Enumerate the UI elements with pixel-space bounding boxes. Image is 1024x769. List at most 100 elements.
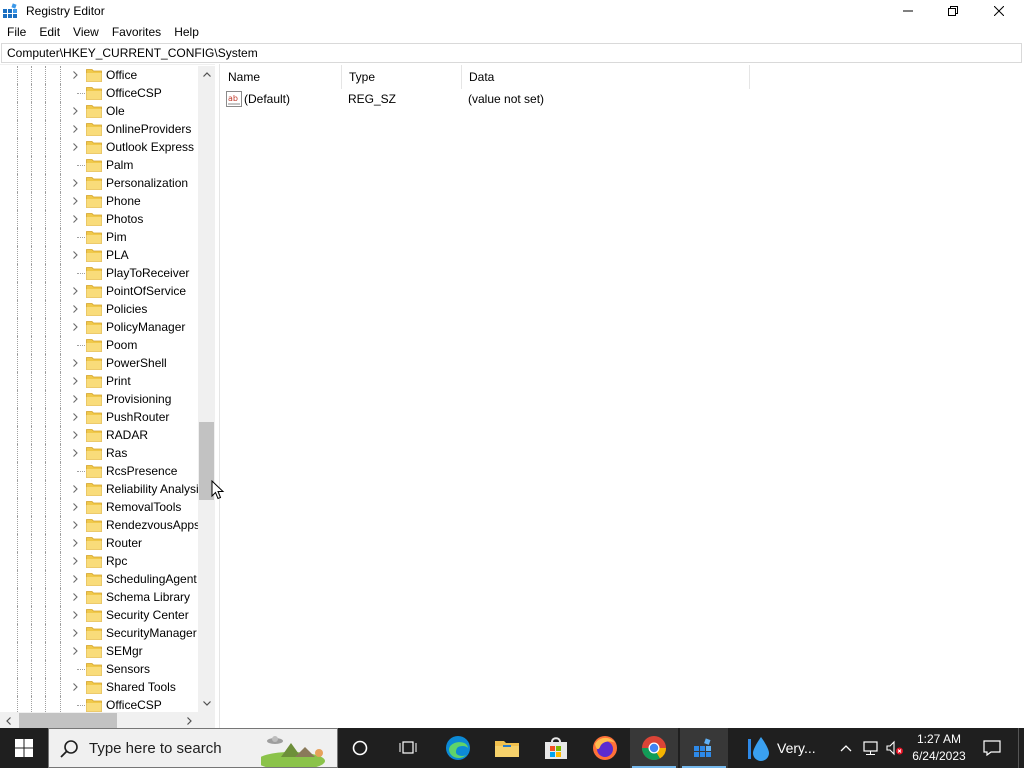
- expand-chevron-icon[interactable]: [72, 251, 79, 259]
- tree-node[interactable]: RADAR: [0, 426, 198, 444]
- expand-chevron-icon[interactable]: [72, 485, 79, 493]
- file-explorer-button[interactable]: [483, 728, 531, 768]
- expand-chevron-icon[interactable]: [72, 197, 79, 205]
- tree-node[interactable]: SchedulingAgent: [0, 570, 198, 588]
- column-header-data[interactable]: Data: [462, 65, 750, 89]
- tree-vertical-scrollbar[interactable]: [198, 66, 215, 712]
- expand-chevron-icon[interactable]: [72, 107, 79, 115]
- menu-view[interactable]: View: [66, 22, 105, 42]
- chrome-button[interactable]: [630, 728, 678, 768]
- expand-chevron-icon[interactable]: [72, 611, 79, 619]
- task-view-button[interactable]: [384, 728, 432, 768]
- weather-text[interactable]: Very...: [777, 728, 816, 768]
- tree-node[interactable]: Office: [0, 66, 198, 84]
- tree-node[interactable]: Pim: [0, 228, 198, 246]
- expand-chevron-icon[interactable]: [72, 359, 79, 367]
- expand-chevron-icon[interactable]: [72, 71, 79, 79]
- expand-chevron-icon[interactable]: [72, 179, 79, 187]
- expand-chevron-icon[interactable]: [72, 647, 79, 655]
- tree-node[interactable]: Palm: [0, 156, 198, 174]
- menu-help[interactable]: Help: [167, 22, 205, 42]
- tree-node[interactable]: Ras: [0, 444, 198, 462]
- regedit-taskbar-button[interactable]: [680, 728, 728, 768]
- menu-favorites[interactable]: Favorites: [105, 22, 167, 42]
- edge-button[interactable]: [434, 728, 482, 768]
- tree-node[interactable]: Reliability Analysis: [0, 480, 198, 498]
- show-desktop-button[interactable]: [1018, 728, 1024, 768]
- expand-chevron-icon[interactable]: [72, 503, 79, 511]
- tree-node[interactable]: Router: [0, 534, 198, 552]
- tree-node[interactable]: Schema Library: [0, 588, 198, 606]
- value-row[interactable]: ab (Default) REG_SZ (value not set): [221, 90, 821, 109]
- minimize-button[interactable]: [885, 0, 931, 22]
- pane-splitter[interactable]: [215, 64, 220, 728]
- tree-node[interactable]: Security Center: [0, 606, 198, 624]
- tree-node[interactable]: Poom: [0, 336, 198, 354]
- expand-chevron-icon[interactable]: [72, 305, 79, 313]
- tree-node[interactable]: RendezvousApps: [0, 516, 198, 534]
- address-bar[interactable]: Computer\HKEY_CURRENT_CONFIG\System: [1, 43, 1022, 63]
- store-button[interactable]: [532, 728, 580, 768]
- volume-button[interactable]: [884, 728, 906, 768]
- tree-node[interactable]: PolicyManager: [0, 318, 198, 336]
- restore-button[interactable]: [930, 0, 976, 22]
- menu-file[interactable]: File: [0, 22, 32, 42]
- firefox-button[interactable]: [581, 728, 629, 768]
- tree-node[interactable]: Print: [0, 372, 198, 390]
- column-header-type[interactable]: Type: [342, 65, 462, 89]
- tree-node[interactable]: Shared Tools: [0, 678, 198, 696]
- expand-chevron-icon[interactable]: [72, 125, 79, 133]
- tree-node[interactable]: Phone: [0, 192, 198, 210]
- expand-chevron-icon[interactable]: [72, 287, 79, 295]
- tree-node[interactable]: PowerShell: [0, 354, 198, 372]
- expand-chevron-icon[interactable]: [72, 395, 79, 403]
- expand-chevron-icon[interactable]: [72, 413, 79, 421]
- tree-node[interactable]: Rpc: [0, 552, 198, 570]
- tree-node[interactable]: Personalization: [0, 174, 198, 192]
- tree-node[interactable]: Photos: [0, 210, 198, 228]
- tree-node[interactable]: Sensors: [0, 660, 198, 678]
- expand-chevron-icon[interactable]: [72, 521, 79, 529]
- expand-chevron-icon[interactable]: [72, 629, 79, 637]
- tree-node[interactable]: RemovalTools: [0, 498, 198, 516]
- cortana-button[interactable]: [336, 728, 384, 768]
- tree-horizontal-scrollbar[interactable]: [0, 712, 198, 728]
- expand-chevron-icon[interactable]: [72, 557, 79, 565]
- expand-chevron-icon[interactable]: [72, 539, 79, 547]
- expand-chevron-icon[interactable]: [72, 593, 79, 601]
- tree-node[interactable]: PushRouter: [0, 408, 198, 426]
- expand-chevron-icon[interactable]: [72, 323, 79, 331]
- tree-node[interactable]: OfficeCSP: [0, 84, 198, 102]
- tree-node[interactable]: OfficeCSP: [0, 696, 198, 712]
- menu-edit[interactable]: Edit: [32, 22, 66, 42]
- expand-chevron-icon[interactable]: [72, 683, 79, 691]
- taskbar-search[interactable]: Type here to search: [48, 728, 338, 768]
- tree-node[interactable]: PointOfService: [0, 282, 198, 300]
- expand-chevron-icon[interactable]: [72, 143, 79, 151]
- column-header-name[interactable]: Name: [221, 65, 342, 89]
- horizontal-scroll-thumb[interactable]: [19, 713, 117, 728]
- tree-node[interactable]: Provisioning: [0, 390, 198, 408]
- show-hidden-icons-button[interactable]: [836, 728, 856, 768]
- expand-chevron-icon[interactable]: [72, 449, 79, 457]
- tree-node[interactable]: SecurityManager: [0, 624, 198, 642]
- clock[interactable]: 1:27 AM 6/24/2023: [904, 731, 974, 765]
- close-button[interactable]: [976, 0, 1022, 22]
- tree-node[interactable]: Outlook Express: [0, 138, 198, 156]
- network-button[interactable]: [860, 728, 882, 768]
- tree-node[interactable]: OnlineProviders: [0, 120, 198, 138]
- tree-node[interactable]: PlayToReceiver: [0, 264, 198, 282]
- expand-chevron-icon[interactable]: [72, 215, 79, 223]
- start-button[interactable]: [0, 728, 48, 768]
- scroll-right-button[interactable]: [181, 712, 198, 728]
- tree-node[interactable]: Ole: [0, 102, 198, 120]
- tree-node[interactable]: SEMgr: [0, 642, 198, 660]
- tree-node[interactable]: Policies: [0, 300, 198, 318]
- tree-node[interactable]: RcsPresence: [0, 462, 198, 480]
- expand-chevron-icon[interactable]: [72, 377, 79, 385]
- expand-chevron-icon[interactable]: [72, 575, 79, 583]
- scroll-up-button[interactable]: [198, 66, 215, 83]
- tree-node[interactable]: PLA: [0, 246, 198, 264]
- weather-button[interactable]: [738, 728, 778, 768]
- scroll-down-button[interactable]: [198, 695, 215, 712]
